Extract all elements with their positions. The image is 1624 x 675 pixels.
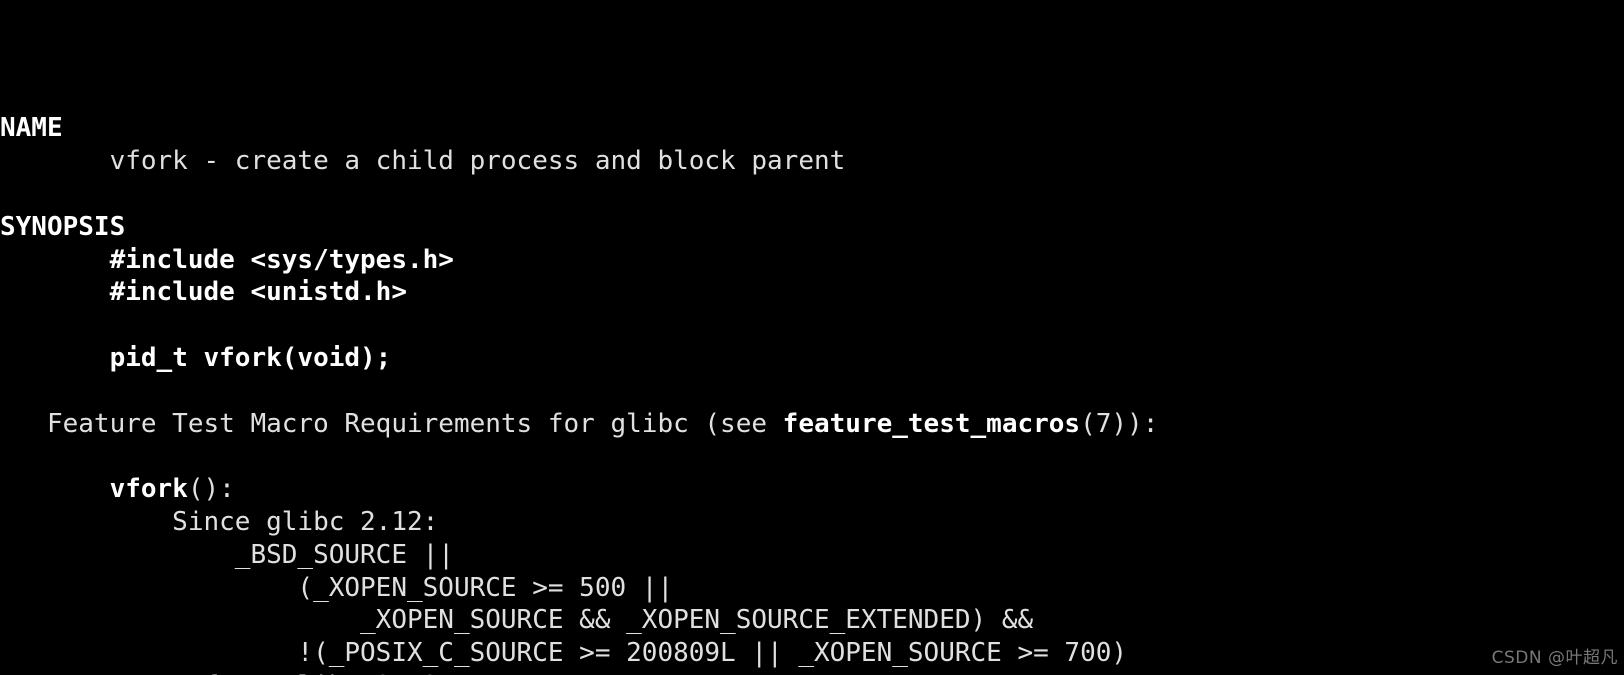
line-vfork-label-seg-0 xyxy=(0,474,110,504)
line-name-desc-seg-0: vfork - create a child process and block… xyxy=(0,146,846,177)
line-blank-2 xyxy=(0,309,1624,342)
line-ftm-heading-seg-1: feature_test_macros xyxy=(782,408,1081,439)
line-before-glibc: Before glibc 2.12: xyxy=(0,670,1624,675)
line-xopen-extended-seg-0: _XOPEN_SOURCE && _XOPEN_SOURCE_EXTENDED)… xyxy=(0,605,1034,636)
line-include-types: #include <sys/types.h> xyxy=(0,244,1624,277)
line-xopen-500: (_XOPEN_SOURCE >= 500 || xyxy=(0,572,1624,605)
line-xopen-extended: _XOPEN_SOURCE && _XOPEN_SOURCE_EXTENDED)… xyxy=(0,604,1624,637)
line-bsd-source: _BSD_SOURCE || xyxy=(0,539,1624,572)
line-proto-vfork-seg-1: pid_t vfork(void); xyxy=(109,342,392,373)
line-name-heading: NAME xyxy=(0,112,1624,145)
line-synopsis-heading-seg-0: SYNOPSIS xyxy=(0,211,126,242)
line-posix-c-source: !(_POSIX_C_SOURCE >= 200809L || _XOPEN_S… xyxy=(0,637,1624,670)
line-synopsis-heading: SYNOPSIS xyxy=(0,211,1624,244)
line-include-unistd-seg-0 xyxy=(0,277,110,307)
line-include-unistd: #include <unistd.h> xyxy=(0,276,1624,309)
line-proto-vfork: pid_t vfork(void); xyxy=(0,342,1624,375)
line-include-types-seg-1: #include <sys/types.h> xyxy=(109,244,454,275)
line-name-heading-seg-0: NAME xyxy=(0,113,63,144)
line-posix-c-source-seg-0: !(_POSIX_C_SOURCE >= 200809L || _XOPEN_S… xyxy=(0,638,1128,669)
line-include-unistd-seg-1: #include <unistd.h> xyxy=(109,277,407,308)
line-blank-3 xyxy=(0,375,1624,408)
line-before-glibc-seg-0: Before glibc 2.12: xyxy=(0,671,454,675)
line-since-glibc-seg-0: Since glibc 2.12: xyxy=(0,506,439,537)
line-blank-4 xyxy=(0,440,1624,473)
line-include-types-seg-0 xyxy=(0,245,110,275)
terminal-window: NAME vfork - create a child process and … xyxy=(0,0,1624,675)
line-vfork-label: vfork(): xyxy=(0,473,1624,506)
line-vfork-label-seg-2: (): xyxy=(187,474,235,505)
line-ftm-heading-seg-0: Feature Test Macro Requirements for glib… xyxy=(0,408,783,439)
line-name-desc: vfork - create a child process and block… xyxy=(0,145,1624,178)
line-ftm-heading: Feature Test Macro Requirements for glib… xyxy=(0,408,1624,441)
line-bsd-source-seg-0: _BSD_SOURCE || xyxy=(0,539,454,570)
line-vfork-label-seg-1: vfork xyxy=(109,474,188,505)
line-ftm-heading-seg-2: (7)): xyxy=(1080,408,1159,439)
manpage-text-area: NAME vfork - create a child process and … xyxy=(0,14,1624,675)
line-blank-1 xyxy=(0,178,1624,211)
line-xopen-500-seg-0: (_XOPEN_SOURCE >= 500 || xyxy=(0,572,674,603)
line-since-glibc: Since glibc 2.12: xyxy=(0,506,1624,539)
line-proto-vfork-seg-0 xyxy=(0,343,110,373)
